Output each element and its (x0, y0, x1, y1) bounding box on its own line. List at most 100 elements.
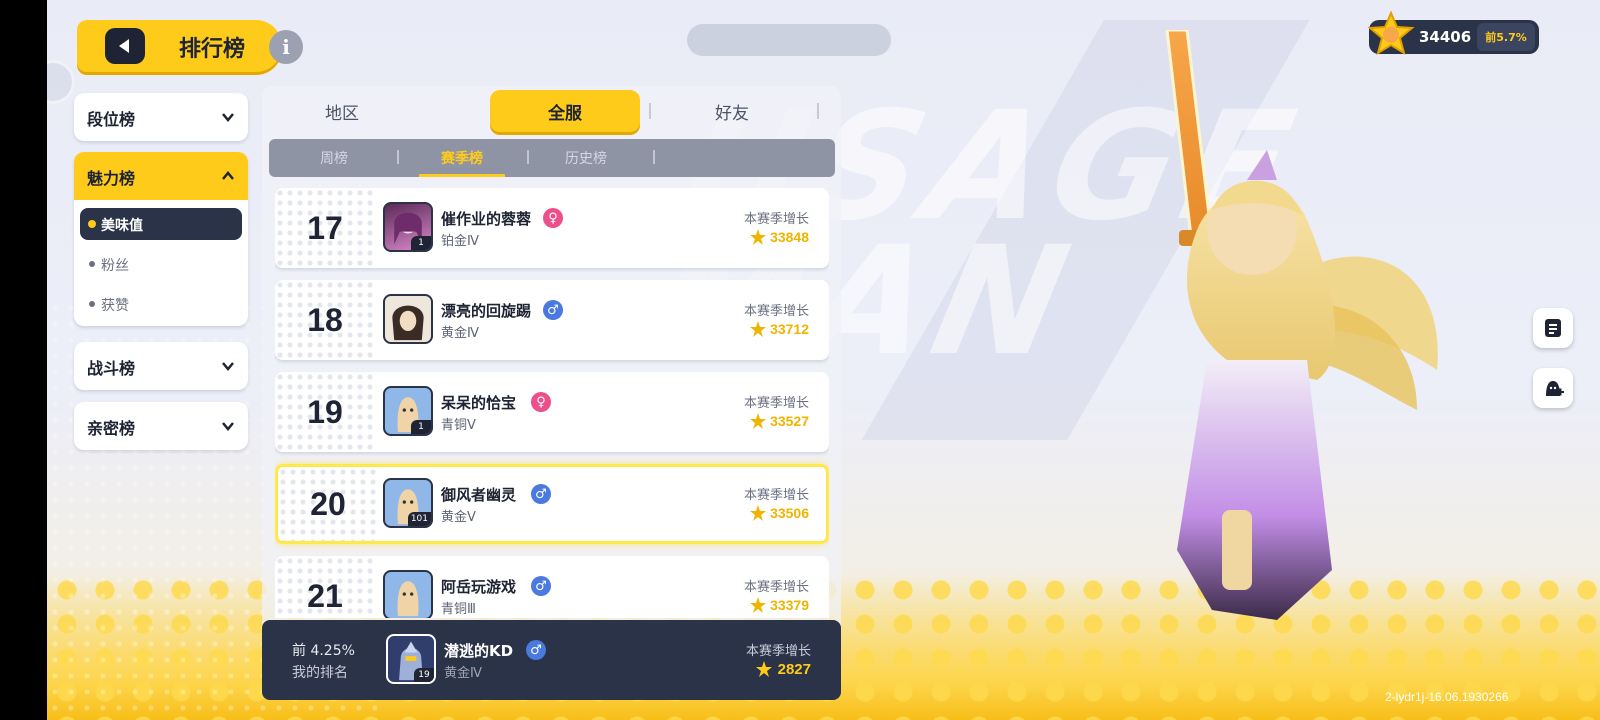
default-bean-avatar-icon (397, 581, 419, 617)
version-string: 2-lydr1j-16.06.1930266 (1385, 690, 1509, 704)
top-status-pill (687, 24, 891, 56)
my-rank-percent: 前 4.25% (292, 643, 355, 659)
male-icon: ♂ (526, 640, 546, 660)
avatar[interactable]: 1 (383, 202, 433, 252)
document-icon (1545, 319, 1561, 337)
charm-score-value: 34406 (1419, 28, 1472, 46)
chevron-up-icon (222, 171, 234, 180)
sidebar-item-battle-rank[interactable]: 战斗榜 (74, 342, 248, 390)
charm-score-pill[interactable]: 34406 前5.7% (1367, 10, 1539, 56)
growth-value: 33527 (770, 413, 809, 429)
tab-divider (817, 103, 819, 119)
add-friend-button[interactable] (1533, 368, 1573, 408)
female-icon: ♀ (531, 392, 551, 412)
rank-number: 20 (310, 486, 346, 522)
player-tier: 铂金Ⅳ (441, 234, 479, 249)
active-tab-underline (419, 174, 505, 177)
my-rank-bar[interactable]: 前 4.25% 我的排名 19 潜逃的KD ♂ 黄金Ⅳ 本赛季增长 2827 (262, 620, 841, 700)
growth-value: 33712 (770, 321, 809, 337)
female-icon: ♀ (543, 208, 563, 228)
ranking-row[interactable]: 19 1 呆呆的恰宝 ♀ 青铜Ⅴ 本赛季增长 33527 (275, 372, 829, 452)
tab-divider (527, 150, 529, 164)
charm-star-icon (750, 321, 766, 337)
male-icon: ♂ (531, 484, 551, 504)
my-player-tier: 黄金Ⅳ (444, 666, 482, 681)
growth-label: 本赛季增长 (745, 644, 811, 659)
male-icon: ♂ (543, 300, 563, 320)
notes-button[interactable] (1533, 308, 1573, 348)
rank-number: 21 (307, 578, 343, 614)
info-icon[interactable]: i (269, 30, 303, 64)
player-name: 呆呆的恰宝 (441, 394, 517, 412)
growth-label: 本赛季增长 (743, 396, 809, 411)
player-tier: 黄金Ⅳ (441, 326, 479, 341)
tab-divider (397, 150, 399, 164)
my-growth-value: 2827 (777, 661, 811, 678)
add-friend-icon (1546, 381, 1564, 396)
period-tabs: 周榜 赛季榜 历史榜 (269, 139, 835, 177)
side-menu-handle[interactable] (47, 60, 75, 104)
back-button[interactable] (105, 28, 145, 64)
charm-star-icon (756, 661, 772, 677)
ranking-row[interactable]: 21 阿岳玩游戏 ♂ 青铜Ⅲ 本赛季增长 33379 (275, 556, 829, 618)
tab-weekly[interactable]: 周榜 (279, 139, 389, 177)
growth-value: 33506 (770, 505, 809, 521)
chevron-down-icon (222, 362, 234, 371)
growth-label: 本赛季增长 (743, 580, 809, 595)
avatar-level: 101 (407, 512, 431, 526)
growth-label: 本赛季增长 (743, 212, 809, 227)
tab-friends[interactable]: 好友 (662, 90, 802, 132)
anime-boy-avatar-icon (392, 305, 424, 341)
tab-all-server[interactable]: 全服 (490, 90, 640, 132)
sidebar-item-intimacy-rank[interactable]: 亲密榜 (74, 402, 248, 450)
sidebar-item-label: 魅力榜 (87, 169, 136, 188)
growth-label: 本赛季增长 (743, 304, 809, 319)
growth-value: 33848 (770, 229, 809, 245)
ranking-list[interactable]: 17 1 催作业的蓉蓉 ♀ 铂金Ⅳ 本赛季增长 33848 18 漂亮的回旋踢 … (275, 188, 829, 618)
bullet-dot-icon (89, 261, 95, 267)
my-player-name: 潜逃的KD (444, 642, 514, 660)
back-arrow-icon (119, 39, 129, 53)
player-name: 御风者幽灵 (441, 486, 517, 504)
avatar[interactable]: 1 (383, 386, 433, 436)
sidebar-item-charm-rank[interactable]: 魅力榜 (74, 152, 248, 200)
avatar-level: 1 (411, 420, 431, 434)
title-bar: 排行榜 (77, 20, 282, 72)
sidebar-subitem-tastiness[interactable]: 美味值 (80, 208, 242, 240)
scope-tabs: 地区 全服 好友 (262, 90, 841, 132)
sidebar-item-label: 段位榜 (87, 110, 136, 129)
avatar[interactable] (383, 570, 433, 618)
bullet-dot-icon (89, 301, 95, 307)
growth-value: 33379 (770, 597, 809, 613)
avatar[interactable]: 101 (383, 478, 433, 528)
my-avatar[interactable]: 19 (386, 634, 436, 684)
player-name: 催作业的蓉蓉 (441, 210, 532, 228)
rank-number: 19 (307, 394, 343, 430)
ranking-row-highlighted[interactable]: 20 101 御风者幽灵 ♂ 黄金Ⅴ 本赛季增长 33506 (275, 464, 829, 544)
player-tier: 青铜Ⅲ (441, 602, 476, 617)
chevron-down-icon (222, 422, 234, 431)
tab-season[interactable]: 赛季榜 (419, 139, 505, 177)
page-title: 排行榜 (179, 37, 246, 62)
ranking-row[interactable]: 17 1 催作业的蓉蓉 ♀ 铂金Ⅳ 本赛季增长 33848 (275, 188, 829, 268)
sidebar-item-tier-rank[interactable]: 段位榜 (74, 93, 248, 141)
sidebar-group-charm: 魅力榜 美味值 粉丝 获赞 (74, 152, 248, 326)
tab-region[interactable]: 地区 (272, 90, 412, 132)
sidebar-subitem-label: 获赞 (101, 298, 129, 314)
tab-divider (649, 103, 651, 119)
sidebar-subitem-label: 美味值 (101, 218, 143, 234)
sidebar-subitem-fans[interactable]: 粉丝 (80, 248, 242, 280)
my-rank-label: 我的排名 (292, 665, 348, 681)
sidebar-subitem-likes[interactable]: 获赞 (80, 288, 242, 320)
charm-star-icon (750, 413, 766, 429)
avatar[interactable] (383, 294, 433, 344)
player-tier: 黄金Ⅴ (441, 510, 476, 525)
star-badge-icon (1367, 10, 1415, 56)
male-icon: ♂ (531, 576, 551, 596)
charm-star-icon (750, 229, 766, 245)
avatar-level: 1 (411, 236, 431, 250)
tab-history[interactable]: 历史榜 (531, 139, 641, 177)
avatar-level: 19 (414, 668, 434, 682)
player-tier: 青铜Ⅴ (441, 418, 476, 433)
ranking-row[interactable]: 18 漂亮的回旋踢 ♂ 黄金Ⅳ 本赛季增长 33712 (275, 280, 829, 360)
